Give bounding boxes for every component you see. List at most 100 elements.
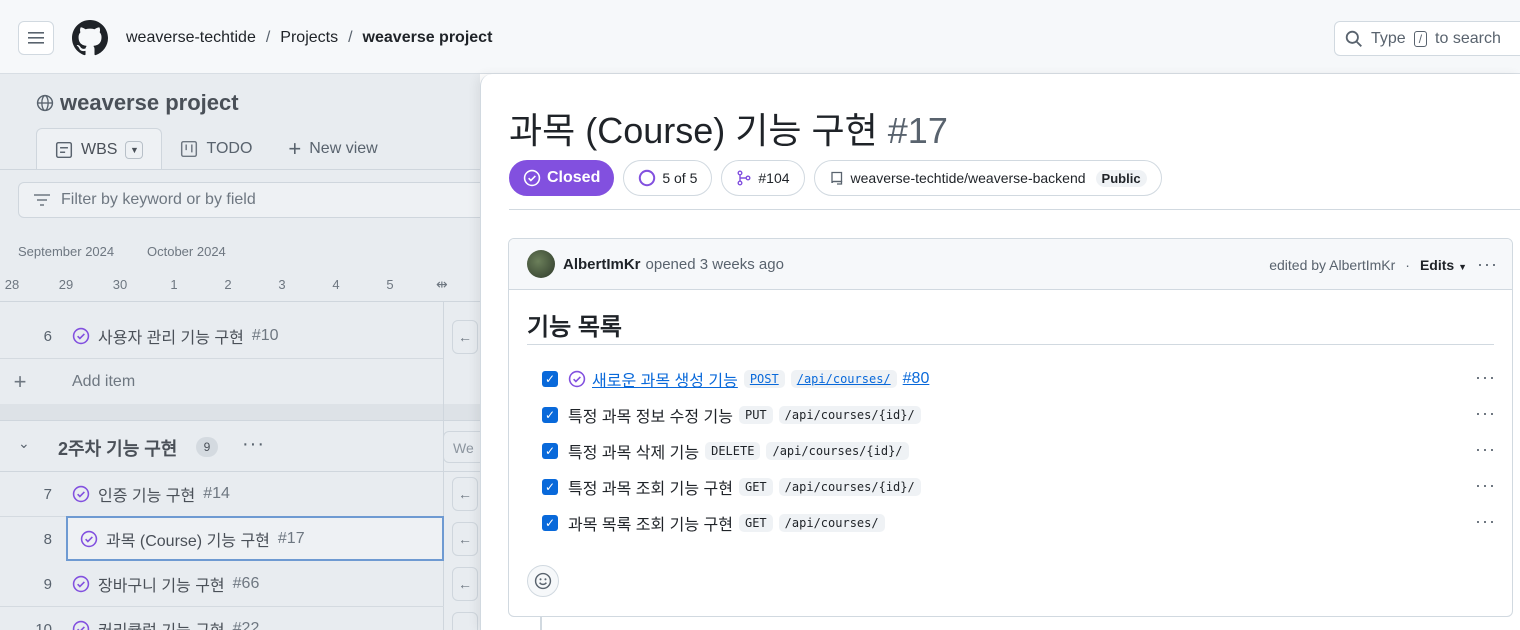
table-row[interactable]: 6 사용자 관리 기능 구현 #10 <box>0 314 444 359</box>
month-label: September 2024 <box>18 244 115 259</box>
edits-dropdown[interactable]: Edits ▼ <box>1420 257 1467 273</box>
add-item-row[interactable]: + Add item <box>0 359 444 404</box>
more-options-icon[interactable]: ··· <box>1477 254 1498 275</box>
row-number: 6 <box>43 327 52 345</box>
header-divider <box>0 301 480 302</box>
middot-separator: · <box>1405 256 1410 273</box>
edited-by-text: edited by AlbertImKr <box>1269 256 1396 273</box>
heading-divider <box>527 344 1494 345</box>
check-icon: ✓ <box>544 444 556 458</box>
plus-icon: + <box>13 368 27 394</box>
issue-meta: Closed 5 of 5 #104 weaverse-techtide/wea… <box>509 160 1162 196</box>
check-icon: ✓ <box>544 372 556 386</box>
table-row[interactable]: 9 장바구니 기능 구현 #66 <box>0 562 444 607</box>
row-issue-number: #66 <box>232 575 260 592</box>
row-title[interactable]: 커리큘럼 기능 구현 <box>98 617 225 630</box>
tab-options-button[interactable]: ▼ <box>125 140 144 159</box>
breadcrumb-separator: / <box>348 29 353 46</box>
tab-wbs[interactable]: WBS ▼ <box>36 128 163 170</box>
arrow-left-button[interactable]: ← <box>452 522 478 556</box>
row-title[interactable]: 장바구니 기능 구현 <box>98 572 225 596</box>
task-text: 과목 목록 조회 기능 구현 <box>568 517 733 534</box>
tab-todo-label: TODO <box>206 140 253 157</box>
tab-todo[interactable]: TODO <box>162 128 270 170</box>
add-reaction-button[interactable] <box>527 565 559 597</box>
arrow-left-icon: ← <box>458 486 472 502</box>
day-label: 3 <box>278 277 286 292</box>
task-more-icon[interactable]: ··· <box>1475 367 1496 388</box>
closed-issue-icon <box>568 370 586 388</box>
author-name[interactable]: AlbertImKr <box>563 256 641 273</box>
table-row-selected[interactable]: 과목 (Course) 기능 구현 #17 <box>66 516 444 561</box>
check-circle-icon <box>523 169 541 187</box>
http-method-code[interactable]: POST <box>743 370 785 388</box>
filter-input[interactable]: Filter by keyword or by field <box>18 182 480 218</box>
task-checkbox[interactable]: ✓ <box>542 407 558 423</box>
closed-issue-icon <box>72 620 90 630</box>
arrow-left-button[interactable]: ← <box>452 320 478 354</box>
breadcrumb-projects[interactable]: Projects <box>280 29 338 47</box>
comment-header-actions: edited by AlbertImKr · Edits ▼ ··· <box>1269 239 1498 290</box>
view-tabs: WBS ▼ TODO + New view <box>36 128 396 170</box>
arrow-left-icon: ← <box>458 576 472 592</box>
http-method-code: PUT <box>738 406 773 424</box>
tab-new-view[interactable]: + New view <box>270 128 395 170</box>
smiley-icon <box>534 572 552 590</box>
arrow-left-icon: ← <box>458 621 472 630</box>
arrow-left-button[interactable]: ← <box>452 477 478 511</box>
row-issue-number: #10 <box>251 327 279 344</box>
repo-icon <box>830 171 842 185</box>
api-path-code: /api/courses/{id}/ <box>778 478 921 496</box>
group-more-icon[interactable]: ··· <box>242 433 265 456</box>
group-count-badge: 9 <box>196 437 218 457</box>
row-title[interactable]: 사용자 관리 기능 구현 <box>98 324 244 348</box>
task-checkbox[interactable]: ✓ <box>542 515 558 531</box>
breadcrumb-org[interactable]: weaverse-techtide <box>126 29 256 47</box>
plus-icon: + <box>288 136 302 161</box>
section-heading: 기능 목록 <box>527 314 622 341</box>
issue-number: #17 <box>887 110 948 151</box>
menu-button[interactable] <box>18 21 54 55</box>
search-icon <box>1345 30 1362 47</box>
row-title[interactable]: 인증 기능 구현 <box>98 482 195 506</box>
board-icon <box>181 140 198 158</box>
table-row[interactable]: 7 인증 기능 구현 #14 <box>0 472 444 517</box>
github-logo-icon[interactable] <box>72 20 108 56</box>
group-name: 2주차 기능 구현 <box>58 439 178 459</box>
task-item: ✓ 특정 과목 정보 수정 기능 PUT /api/courses/{id}/ <box>542 401 921 429</box>
task-item: ✓ 과목 목록 조회 기능 구현 GET /api/courses/ <box>542 509 885 537</box>
avatar[interactable] <box>527 250 555 278</box>
task-link[interactable]: 새로운 과목 생성 기능 <box>592 367 738 391</box>
task-more-icon[interactable]: ··· <box>1475 439 1496 460</box>
task-more-icon[interactable]: ··· <box>1475 511 1496 532</box>
task-checkbox[interactable]: ✓ <box>542 479 558 495</box>
task-issue-ref[interactable]: #80 <box>903 370 930 388</box>
task-more-icon[interactable]: ··· <box>1475 403 1496 424</box>
row-number: 8 <box>43 531 52 548</box>
row-issue-number: #14 <box>203 485 230 502</box>
table-row[interactable]: 10 커리큘럼 기능 구현 #22 <box>0 607 444 630</box>
chevron-down-icon[interactable]: ⌄ <box>18 435 30 452</box>
caret-down-icon: ▼ <box>129 144 139 155</box>
api-path-code[interactable]: /api/courses/ <box>790 370 897 388</box>
arrow-left-button[interactable]: ← <box>452 567 478 601</box>
task-checkbox[interactable]: ✓ <box>542 371 558 387</box>
hamburger-icon <box>28 32 44 44</box>
task-more-icon[interactable]: ··· <box>1475 475 1496 496</box>
globe-icon <box>36 94 54 112</box>
http-method-code: DELETE <box>705 442 761 460</box>
check-icon: ✓ <box>544 480 556 494</box>
search-shortcut-key: / <box>1413 30 1428 47</box>
repository-link[interactable]: weaverse-techtide/weaverse-backend Publi… <box>813 160 1162 196</box>
subissues-progress[interactable]: 5 of 5 <box>623 160 713 196</box>
breadcrumb-separator: / <box>265 29 271 46</box>
day-label: 2 <box>224 277 232 292</box>
search-input[interactable]: Type / to search <box>1334 21 1520 56</box>
resize-handle-icon[interactable]: ⇹ <box>436 276 448 293</box>
linked-pull-request[interactable]: #104 <box>721 160 805 196</box>
row-title[interactable]: 과목 (Course) 기능 구현 <box>106 527 270 551</box>
task-checkbox[interactable]: ✓ <box>542 443 558 459</box>
top-header: weaverse-techtide / Projects / weaverse … <box>0 0 1520 74</box>
arrow-left-button[interactable]: ← <box>452 612 478 630</box>
breadcrumb-project[interactable]: weaverse project <box>363 29 493 47</box>
